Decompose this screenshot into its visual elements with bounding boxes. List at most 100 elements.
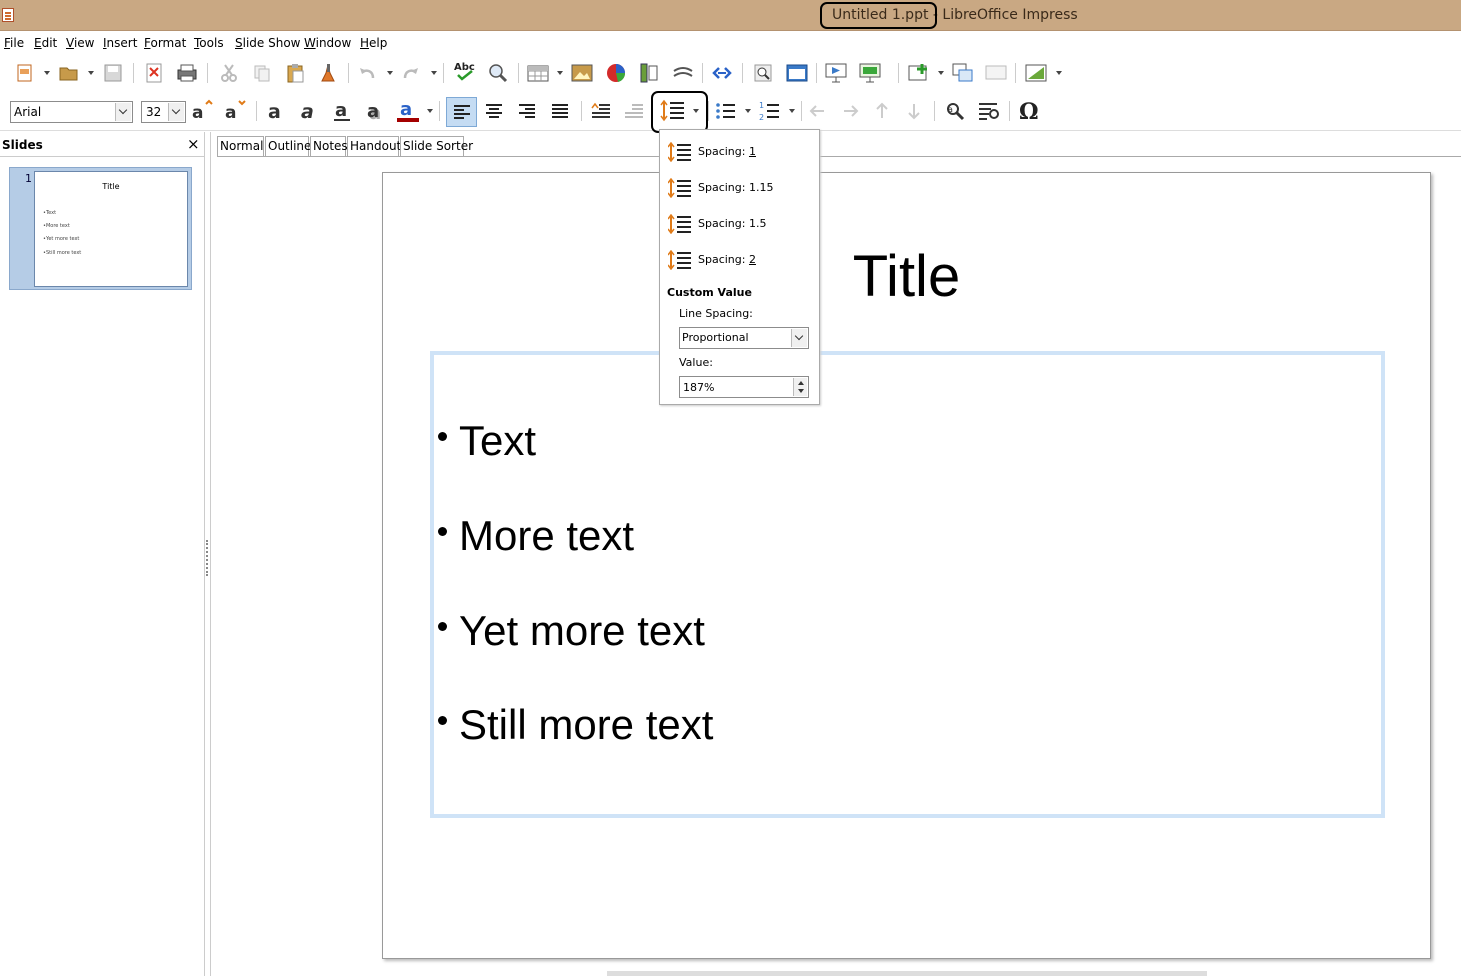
save-icon[interactable]	[101, 61, 125, 85]
bullet-item[interactable]: More text	[438, 512, 634, 560]
underline-icon[interactable]: a	[331, 99, 355, 123]
line-spacing-select[interactable]: Proportional	[679, 327, 809, 349]
bullet-text: Text	[459, 417, 537, 464]
menu-insert[interactable]: Insert	[103, 36, 137, 50]
impress-app-icon[interactable]	[2, 8, 14, 22]
clone-formatting-icon[interactable]	[316, 61, 340, 85]
decrease-font-icon[interactable]: a	[223, 99, 247, 123]
spin-buttons-icon[interactable]	[793, 378, 807, 396]
chevron-down-icon[interactable]	[791, 329, 807, 347]
hyperlink-icon[interactable]	[710, 61, 734, 85]
slide-layout-dropdown-icon[interactable]	[1056, 71, 1062, 75]
numbering-icon[interactable]: 12	[758, 99, 782, 123]
bullet-item[interactable]: Text	[438, 417, 536, 465]
tab-notes[interactable]: Notes	[310, 136, 348, 157]
menu-window[interactable]: Window	[304, 36, 351, 50]
redo-dropdown-icon[interactable]	[431, 71, 437, 75]
menu-format[interactable]: Format	[144, 36, 186, 50]
bold-icon[interactable]: a	[265, 99, 289, 123]
duplicate-slide-icon[interactable]	[951, 61, 975, 85]
value-spin-field[interactable]: 187%	[679, 376, 809, 398]
align-left-button[interactable]	[446, 97, 477, 127]
move-up-icon[interactable]	[870, 99, 894, 123]
shadow-icon[interactable]: aa	[364, 99, 388, 123]
paragraph-icon[interactable]	[977, 99, 1001, 123]
open-folder-icon[interactable]	[57, 61, 81, 85]
copy-icon[interactable]	[250, 61, 274, 85]
menu-view[interactable]: View	[66, 36, 94, 50]
font-color-dropdown-icon[interactable]	[427, 109, 433, 113]
spacing-1-option[interactable]: Spacing: 1	[668, 141, 813, 163]
table-icon[interactable]	[526, 61, 550, 85]
start-presentation-icon[interactable]	[824, 61, 848, 85]
close-pane-icon[interactable]: ×	[187, 135, 200, 153]
slide-canvas[interactable]: Title Text More text Yet more text Still…	[382, 172, 1431, 959]
spacing-value: 1	[748, 145, 756, 158]
tab-slide-sorter[interactable]: Slide Sorter	[400, 136, 473, 157]
align-center-icon[interactable]	[482, 99, 506, 123]
cut-icon[interactable]	[217, 61, 241, 85]
font-size-combo[interactable]: 32	[141, 101, 186, 123]
special-character-icon[interactable]: Ω	[1017, 99, 1041, 123]
font-name-combo[interactable]: Arial	[10, 101, 133, 123]
font-size-dropdown-icon[interactable]	[168, 103, 184, 121]
slide-title[interactable]: Title	[383, 243, 1430, 310]
zoom-icon[interactable]	[751, 61, 775, 85]
display-views-icon[interactable]	[785, 61, 809, 85]
promote-icon[interactable]	[806, 99, 830, 123]
splitter-grip[interactable]	[206, 540, 208, 576]
bullets-icon[interactable]	[714, 99, 738, 123]
spacing-1-5-option[interactable]: Spacing: 1.5	[668, 213, 813, 235]
menu-file[interactable]: File	[4, 36, 24, 50]
tab-normal[interactable]: Normal	[217, 136, 264, 157]
undo-icon[interactable]	[356, 61, 380, 85]
bullets-dropdown-icon[interactable]	[745, 109, 751, 113]
start-current-slide-icon[interactable]	[858, 61, 882, 85]
spacing-1-15-option[interactable]: Spacing: 1.15	[668, 177, 813, 199]
increase-font-icon[interactable]: a	[190, 99, 214, 123]
undo-dropdown-icon[interactable]	[387, 71, 393, 75]
pane-splitter[interactable]	[205, 132, 211, 976]
new-slide-dropdown-icon[interactable]	[938, 71, 944, 75]
table-dropdown-icon[interactable]	[557, 71, 563, 75]
menu-slide-show[interactable]: Slide Show	[235, 36, 301, 50]
chart-icon[interactable]	[604, 61, 628, 85]
demote-icon[interactable]	[838, 99, 862, 123]
justify-icon[interactable]	[548, 99, 572, 123]
tab-outline[interactable]: Outline	[265, 136, 311, 157]
character-icon[interactable]: a	[944, 99, 968, 123]
new-document-icon[interactable]	[13, 61, 37, 85]
menu-edit[interactable]: Edit	[34, 36, 57, 50]
redo-icon[interactable]	[398, 61, 422, 85]
delete-slide-icon[interactable]	[984, 61, 1008, 85]
numbering-dropdown-icon[interactable]	[789, 109, 795, 113]
export-pdf-icon[interactable]	[142, 61, 166, 85]
horizontal-scrollbar[interactable]	[607, 971, 1207, 976]
italic-icon[interactable]: a	[298, 99, 322, 123]
slide-thumbnail[interactable]: 1 Title •Text •More text •Yet more text …	[9, 167, 192, 290]
spacing-2-option[interactable]: Spacing: 2	[668, 249, 813, 271]
find-replace-icon[interactable]	[486, 61, 510, 85]
new-dropdown-icon[interactable]	[44, 71, 50, 75]
increase-paragraph-spacing-icon[interactable]	[589, 99, 613, 123]
fontwork-icon[interactable]	[671, 61, 695, 85]
slide-layout-icon[interactable]	[1024, 61, 1048, 85]
content-text-box[interactable]: Text More text Yet more text Still more …	[430, 351, 1385, 818]
bullet-item[interactable]: Still more text	[438, 701, 713, 749]
bullet-item[interactable]: Yet more text	[438, 607, 705, 655]
decrease-paragraph-spacing-icon[interactable]	[622, 99, 646, 123]
tab-handout[interactable]: Handout	[347, 136, 401, 157]
font-color-icon[interactable]: a	[396, 99, 420, 123]
move-down-icon[interactable]	[902, 99, 926, 123]
new-slide-icon[interactable]	[907, 61, 931, 85]
align-right-icon[interactable]	[515, 99, 539, 123]
media-icon[interactable]	[637, 61, 661, 85]
font-name-dropdown-icon[interactable]	[115, 103, 131, 121]
spelling-icon[interactable]: Abc	[453, 59, 477, 83]
image-icon[interactable]	[570, 61, 594, 85]
menu-tools[interactable]: Tools	[194, 36, 224, 50]
print-icon[interactable]	[175, 61, 199, 85]
paste-icon[interactable]	[283, 61, 307, 85]
open-dropdown-icon[interactable]	[88, 71, 94, 75]
menu-help[interactable]: Help	[360, 36, 387, 50]
